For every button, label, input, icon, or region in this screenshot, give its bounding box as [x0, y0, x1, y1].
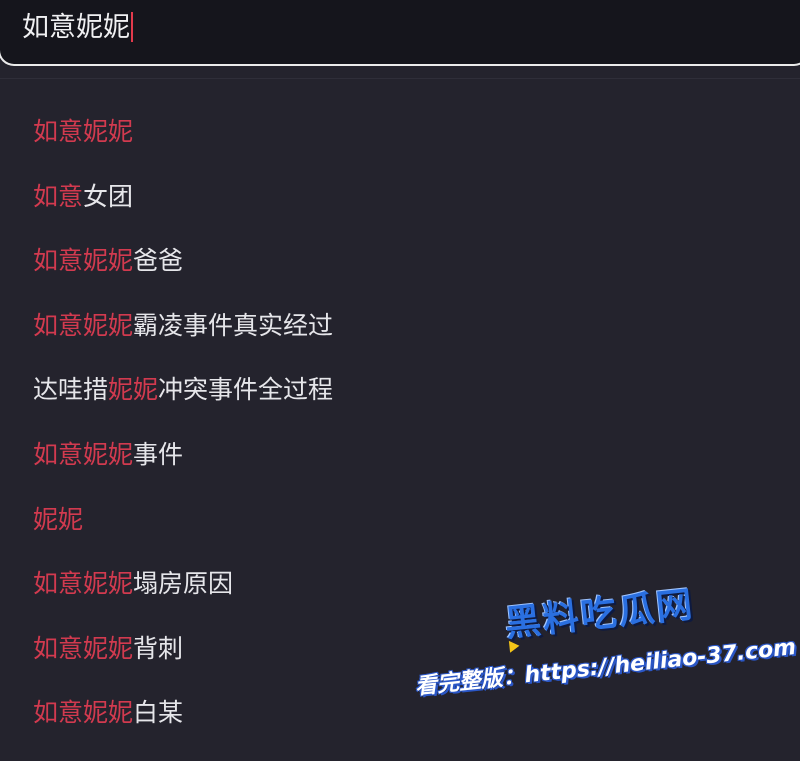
suggestion-item[interactable]: 如意妮妮事件	[0, 423, 800, 488]
suggestion-text: 事件	[133, 439, 184, 469]
search-page: 如意妮妮 如意妮妮 如意女团 如意妮妮爸爸 如意妮妮霸凌事件真实经过 达哇措妮妮冲突事件…	[0, 0, 800, 761]
text-caret	[131, 11, 133, 42]
suggestion-item[interactable]: 妮妮	[0, 488, 800, 553]
suggestion-text: 塌房原因	[133, 569, 234, 599]
watermark-text: 看完整版：https://heiliao-37.com	[413, 634, 798, 700]
suggestion-item[interactable]: 如意妮妮爸爸	[0, 229, 800, 294]
search-bar[interactable]: 如意妮妮	[0, 0, 800, 66]
suggestion-item[interactable]: 如意女团	[0, 165, 800, 230]
suggestion-text: 霸凌事件真实经过	[133, 310, 334, 340]
suggestion-highlight-text: 如意妮妮	[33, 310, 134, 340]
suggestion-highlight-text: 如意妮妮	[33, 569, 134, 599]
suggestion-highlight-text: 妮妮	[108, 375, 159, 405]
suggestion-highlight-text: 妮妮	[33, 504, 84, 534]
suggestion-highlight-text: 如意妮妮	[33, 246, 134, 276]
search-input[interactable]: 如意妮妮	[22, 8, 133, 48]
suggestion-item[interactable]: 如意妮妮	[0, 100, 800, 165]
divider	[0, 78, 800, 79]
suggestion-item[interactable]: 达哇措妮妮冲突事件全过程	[0, 358, 800, 423]
suggestion-text: 女团	[83, 181, 134, 211]
suggestion-highlight-text: 如意妮妮	[33, 117, 134, 146]
suggestion-highlight-text: 如意	[33, 181, 84, 211]
search-query-text: 如意妮妮	[22, 12, 130, 43]
suggestion-highlight-text: 如意妮妮	[33, 633, 134, 663]
suggestion-text: 背刺	[133, 633, 184, 663]
suggestion-highlight-text: 如意妮妮	[33, 439, 134, 469]
suggestion-text: 爸爸	[133, 246, 184, 276]
suggestion-text: 达哇措	[33, 375, 109, 405]
suggestion-text: 冲突事件全过程	[158, 375, 334, 405]
suggestion-text: 白某	[133, 698, 184, 728]
watermark-logo: 黑料吃瓜网	[503, 584, 697, 646]
suggestion-item[interactable]: 如意妮妮霸凌事件真实经过	[0, 294, 800, 359]
play-icon	[508, 639, 521, 653]
suggestion-highlight-text: 如意妮妮	[33, 698, 134, 728]
